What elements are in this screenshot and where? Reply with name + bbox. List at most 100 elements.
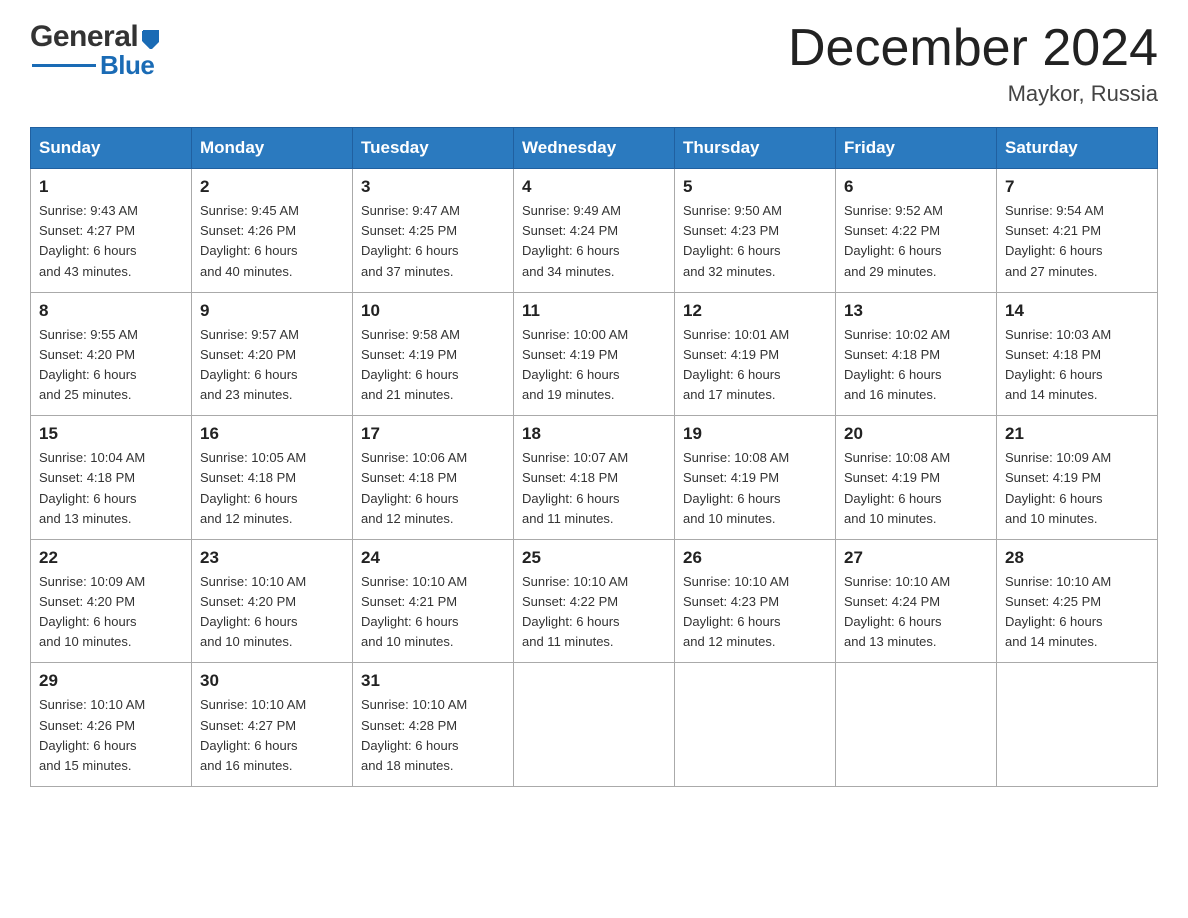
weekday-header-monday: Monday (192, 128, 353, 169)
calendar-cell: 23 Sunrise: 10:10 AM Sunset: 4:20 PM Day… (192, 539, 353, 663)
day-number: 1 (39, 177, 183, 197)
calendar-cell: 10 Sunrise: 9:58 AM Sunset: 4:19 PM Dayl… (353, 292, 514, 416)
week-row-5: 29 Sunrise: 10:10 AM Sunset: 4:26 PM Day… (31, 663, 1158, 787)
day-number: 16 (200, 424, 344, 444)
calendar-cell: 18 Sunrise: 10:07 AM Sunset: 4:18 PM Day… (514, 416, 675, 540)
day-number: 11 (522, 301, 666, 321)
day-info: Sunrise: 10:10 AM Sunset: 4:22 PM Daylig… (522, 572, 666, 653)
day-info: Sunrise: 9:50 AM Sunset: 4:23 PM Dayligh… (683, 201, 827, 282)
day-number: 24 (361, 548, 505, 568)
week-row-2: 8 Sunrise: 9:55 AM Sunset: 4:20 PM Dayli… (31, 292, 1158, 416)
calendar-cell: 5 Sunrise: 9:50 AM Sunset: 4:23 PM Dayli… (675, 169, 836, 293)
calendar-cell: 22 Sunrise: 10:09 AM Sunset: 4:20 PM Day… (31, 539, 192, 663)
day-info: Sunrise: 9:43 AM Sunset: 4:27 PM Dayligh… (39, 201, 183, 282)
day-info: Sunrise: 10:08 AM Sunset: 4:19 PM Daylig… (683, 448, 827, 529)
day-info: Sunrise: 10:04 AM Sunset: 4:18 PM Daylig… (39, 448, 183, 529)
calendar-cell: 13 Sunrise: 10:02 AM Sunset: 4:18 PM Day… (836, 292, 997, 416)
day-number: 3 (361, 177, 505, 197)
day-number: 18 (522, 424, 666, 444)
day-number: 20 (844, 424, 988, 444)
day-number: 29 (39, 671, 183, 691)
calendar-cell: 31 Sunrise: 10:10 AM Sunset: 4:28 PM Day… (353, 663, 514, 787)
weekday-header-saturday: Saturday (997, 128, 1158, 169)
calendar-cell (997, 663, 1158, 787)
calendar-cell: 3 Sunrise: 9:47 AM Sunset: 4:25 PM Dayli… (353, 169, 514, 293)
day-info: Sunrise: 10:10 AM Sunset: 4:23 PM Daylig… (683, 572, 827, 653)
day-number: 17 (361, 424, 505, 444)
day-number: 19 (683, 424, 827, 444)
day-info: Sunrise: 9:55 AM Sunset: 4:20 PM Dayligh… (39, 325, 183, 406)
calendar-table: SundayMondayTuesdayWednesdayThursdayFrid… (30, 127, 1158, 787)
calendar-cell: 25 Sunrise: 10:10 AM Sunset: 4:22 PM Day… (514, 539, 675, 663)
day-info: Sunrise: 9:54 AM Sunset: 4:21 PM Dayligh… (1005, 201, 1149, 282)
day-number: 2 (200, 177, 344, 197)
calendar-cell: 4 Sunrise: 9:49 AM Sunset: 4:24 PM Dayli… (514, 169, 675, 293)
calendar-cell (514, 663, 675, 787)
day-info: Sunrise: 10:09 AM Sunset: 4:20 PM Daylig… (39, 572, 183, 653)
calendar-cell: 19 Sunrise: 10:08 AM Sunset: 4:19 PM Day… (675, 416, 836, 540)
day-info: Sunrise: 10:05 AM Sunset: 4:18 PM Daylig… (200, 448, 344, 529)
day-number: 13 (844, 301, 988, 321)
weekday-header-wednesday: Wednesday (514, 128, 675, 169)
day-info: Sunrise: 10:10 AM Sunset: 4:20 PM Daylig… (200, 572, 344, 653)
weekday-header-sunday: Sunday (31, 128, 192, 169)
day-number: 9 (200, 301, 344, 321)
calendar-cell: 27 Sunrise: 10:10 AM Sunset: 4:24 PM Day… (836, 539, 997, 663)
weekday-header-friday: Friday (836, 128, 997, 169)
calendar-cell: 21 Sunrise: 10:09 AM Sunset: 4:19 PM Day… (997, 416, 1158, 540)
weekday-header-tuesday: Tuesday (353, 128, 514, 169)
day-number: 8 (39, 301, 183, 321)
logo-blue-text: Blue (100, 50, 154, 81)
calendar-cell: 11 Sunrise: 10:00 AM Sunset: 4:19 PM Day… (514, 292, 675, 416)
day-number: 25 (522, 548, 666, 568)
calendar-cell: 20 Sunrise: 10:08 AM Sunset: 4:19 PM Day… (836, 416, 997, 540)
calendar-cell: 9 Sunrise: 9:57 AM Sunset: 4:20 PM Dayli… (192, 292, 353, 416)
calendar-cell: 29 Sunrise: 10:10 AM Sunset: 4:26 PM Day… (31, 663, 192, 787)
day-info: Sunrise: 10:02 AM Sunset: 4:18 PM Daylig… (844, 325, 988, 406)
calendar-cell: 7 Sunrise: 9:54 AM Sunset: 4:21 PM Dayli… (997, 169, 1158, 293)
week-row-1: 1 Sunrise: 9:43 AM Sunset: 4:27 PM Dayli… (31, 169, 1158, 293)
calendar-cell: 15 Sunrise: 10:04 AM Sunset: 4:18 PM Day… (31, 416, 192, 540)
calendar-cell: 2 Sunrise: 9:45 AM Sunset: 4:26 PM Dayli… (192, 169, 353, 293)
calendar-cell (675, 663, 836, 787)
day-number: 28 (1005, 548, 1149, 568)
weekday-header-thursday: Thursday (675, 128, 836, 169)
title-area: December 2024 Maykor, Russia (788, 20, 1158, 107)
day-info: Sunrise: 9:57 AM Sunset: 4:20 PM Dayligh… (200, 325, 344, 406)
day-number: 27 (844, 548, 988, 568)
day-info: Sunrise: 10:06 AM Sunset: 4:18 PM Daylig… (361, 448, 505, 529)
day-info: Sunrise: 9:52 AM Sunset: 4:22 PM Dayligh… (844, 201, 988, 282)
location-title: Maykor, Russia (788, 81, 1158, 107)
day-info: Sunrise: 9:49 AM Sunset: 4:24 PM Dayligh… (522, 201, 666, 282)
day-info: Sunrise: 9:47 AM Sunset: 4:25 PM Dayligh… (361, 201, 505, 282)
logo-general-text: General (30, 20, 138, 54)
calendar-cell: 8 Sunrise: 9:55 AM Sunset: 4:20 PM Dayli… (31, 292, 192, 416)
calendar-cell: 28 Sunrise: 10:10 AM Sunset: 4:25 PM Day… (997, 539, 1158, 663)
day-info: Sunrise: 10:00 AM Sunset: 4:19 PM Daylig… (522, 325, 666, 406)
day-number: 5 (683, 177, 827, 197)
day-number: 12 (683, 301, 827, 321)
day-number: 21 (1005, 424, 1149, 444)
day-number: 26 (683, 548, 827, 568)
logo-underline (32, 64, 96, 67)
day-info: Sunrise: 10:10 AM Sunset: 4:24 PM Daylig… (844, 572, 988, 653)
day-info: Sunrise: 10:10 AM Sunset: 4:27 PM Daylig… (200, 695, 344, 776)
day-number: 31 (361, 671, 505, 691)
day-number: 14 (1005, 301, 1149, 321)
weekday-header-row: SundayMondayTuesdayWednesdayThursdayFrid… (31, 128, 1158, 169)
calendar-cell: 16 Sunrise: 10:05 AM Sunset: 4:18 PM Day… (192, 416, 353, 540)
calendar-cell (836, 663, 997, 787)
day-number: 23 (200, 548, 344, 568)
day-number: 7 (1005, 177, 1149, 197)
day-info: Sunrise: 10:08 AM Sunset: 4:19 PM Daylig… (844, 448, 988, 529)
day-info: Sunrise: 10:03 AM Sunset: 4:18 PM Daylig… (1005, 325, 1149, 406)
day-info: Sunrise: 10:10 AM Sunset: 4:28 PM Daylig… (361, 695, 505, 776)
logo: General Blue (30, 20, 162, 81)
day-number: 6 (844, 177, 988, 197)
day-number: 22 (39, 548, 183, 568)
week-row-4: 22 Sunrise: 10:09 AM Sunset: 4:20 PM Day… (31, 539, 1158, 663)
calendar-cell: 12 Sunrise: 10:01 AM Sunset: 4:19 PM Day… (675, 292, 836, 416)
day-info: Sunrise: 10:01 AM Sunset: 4:19 PM Daylig… (683, 325, 827, 406)
day-info: Sunrise: 10:10 AM Sunset: 4:25 PM Daylig… (1005, 572, 1149, 653)
day-number: 30 (200, 671, 344, 691)
